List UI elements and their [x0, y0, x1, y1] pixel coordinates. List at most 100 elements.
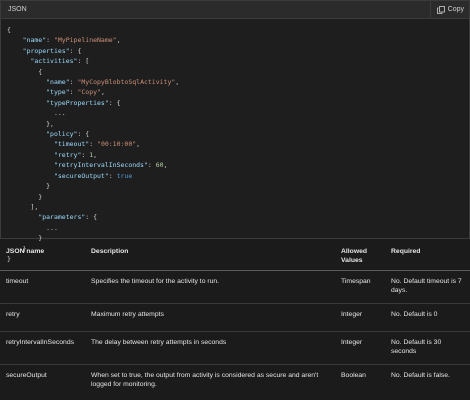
code-token: : {	[77, 130, 90, 139]
cell-description: Maximum retry attempts	[85, 303, 335, 332]
code-token: "activities"	[30, 57, 78, 66]
code-line: {	[7, 67, 469, 77]
code-line: "retryIntervalInSeconds": 60,	[7, 160, 469, 170]
code-token: "name"	[46, 78, 70, 87]
code-token: : {	[69, 46, 82, 55]
code-token: 60	[155, 161, 164, 170]
code-token: ,	[116, 36, 121, 45]
cell-json-name: secureOutput	[6, 371, 47, 379]
code-token: "secureOutput"	[53, 171, 109, 180]
code-token: "type"	[46, 88, 70, 97]
table-row: timeout Specifies the timeout for the ac…	[0, 270, 470, 304]
table-row: retryIntervalInSeconds The delay between…	[0, 331, 470, 365]
code-line: ...	[7, 108, 469, 118]
table-header-row: JSON name Description Allowed Values Req…	[0, 239, 470, 271]
code-line: ],	[7, 202, 469, 212]
code-line: "retry": 1,	[7, 150, 469, 160]
cell-json-name: retryIntervalInSeconds	[0, 331, 85, 365]
code-token: {	[7, 67, 43, 76]
code-token: ,	[100, 88, 105, 97]
code-token: "MyCopyBlobtoSqlActivity"	[77, 78, 176, 87]
code-token: "parameters"	[38, 213, 86, 222]
code-block-header: JSON Copy	[1, 0, 469, 19]
code-token: ,	[136, 140, 141, 149]
cell-description: When set to true, the output from activi…	[91, 371, 319, 388]
properties-table: JSON name Description Allowed Values Req…	[0, 239, 470, 400]
code-token: :	[108, 171, 117, 180]
code-token: ,	[93, 150, 98, 159]
code-line: "type": "Copy",	[7, 87, 469, 97]
code-line: "policy": {	[7, 129, 469, 139]
code-token: "00:10:00"	[97, 140, 137, 149]
cell-json-name: timeout	[0, 270, 85, 304]
code-line: "parameters": {	[7, 212, 469, 222]
code-line: "secureOutput": true	[7, 171, 469, 181]
code-token: "retryIntervalInSeconds"	[53, 161, 148, 170]
code-line: {	[7, 25, 469, 35]
cell-json-name: retry	[0, 303, 85, 332]
code-token: ,	[163, 161, 168, 170]
copy-icon	[436, 5, 445, 14]
code-token: "typeProperties"	[46, 98, 109, 107]
cell-allowed-values: Boolean	[341, 371, 366, 379]
code-token: true	[116, 171, 133, 180]
code-token: "properties"	[22, 46, 70, 55]
code-token: : {	[108, 98, 121, 107]
code-token: :	[147, 161, 156, 170]
code-token: :	[46, 36, 54, 45]
copy-button[interactable]: Copy	[429, 0, 464, 19]
code-token: ...	[7, 109, 66, 118]
code-token: :	[89, 140, 98, 149]
code-line: }	[7, 192, 469, 202]
cell-allowed-values: Integer	[335, 331, 385, 365]
header-required: Required	[385, 239, 470, 271]
code-token: "retry"	[53, 150, 82, 159]
cell-allowed-values: Integer	[335, 303, 385, 332]
cell-allowed-values: Timespan	[335, 270, 385, 304]
code-token: ],	[7, 202, 39, 211]
table-row: retry Maximum retry attempts Integer No.…	[0, 303, 470, 332]
table-row: secureOutput When set to true, the outpu…	[0, 364, 470, 400]
header-json-name: JSON name	[0, 239, 85, 271]
cell-required: No. Default is 30 seconds	[385, 331, 470, 365]
code-block: JSON Copy { "name": "MyPipelineName", "p…	[0, 0, 470, 263]
code-line: }	[7, 181, 469, 191]
code-token: }	[7, 192, 43, 201]
cell-description: Specifies the timeout for the activity t…	[85, 270, 335, 304]
code-token: "MyPipelineName"	[53, 36, 117, 45]
code-line: "name": "MyCopyBlobtoSqlActivity",	[7, 77, 469, 87]
code-token: "timeout"	[53, 140, 90, 149]
code-token: ,	[175, 78, 180, 87]
code-line: "properties": {	[7, 46, 469, 56]
code-line: },	[7, 119, 469, 129]
code-token: "policy"	[46, 130, 78, 139]
code-token: }	[7, 182, 51, 191]
code-language-label: JSON	[8, 6, 27, 13]
header-allowed-values: Allowed Values	[335, 239, 385, 271]
cell-description: The delay between retry attempts in seco…	[85, 331, 335, 365]
cell-required: No. Default is false.	[391, 371, 450, 379]
code-line: "timeout": "00:10:00",	[7, 139, 469, 149]
code-line: "typeProperties": {	[7, 98, 469, 108]
header-description: Description	[85, 239, 335, 271]
code-line: ...	[7, 223, 469, 233]
code-token: },	[7, 119, 54, 128]
copy-button-label: Copy	[447, 6, 464, 13]
code-line: "name": "MyPipelineName",	[7, 35, 469, 45]
code-content[interactable]: { "name": "MyPipelineName", "properties"…	[1, 19, 469, 264]
cell-required: No. Default timeout is 7 days.	[385, 270, 470, 304]
code-token: {	[7, 26, 11, 34]
code-token: : [	[77, 57, 90, 66]
code-token: : {	[85, 213, 98, 222]
code-token: "Copy"	[77, 88, 101, 97]
